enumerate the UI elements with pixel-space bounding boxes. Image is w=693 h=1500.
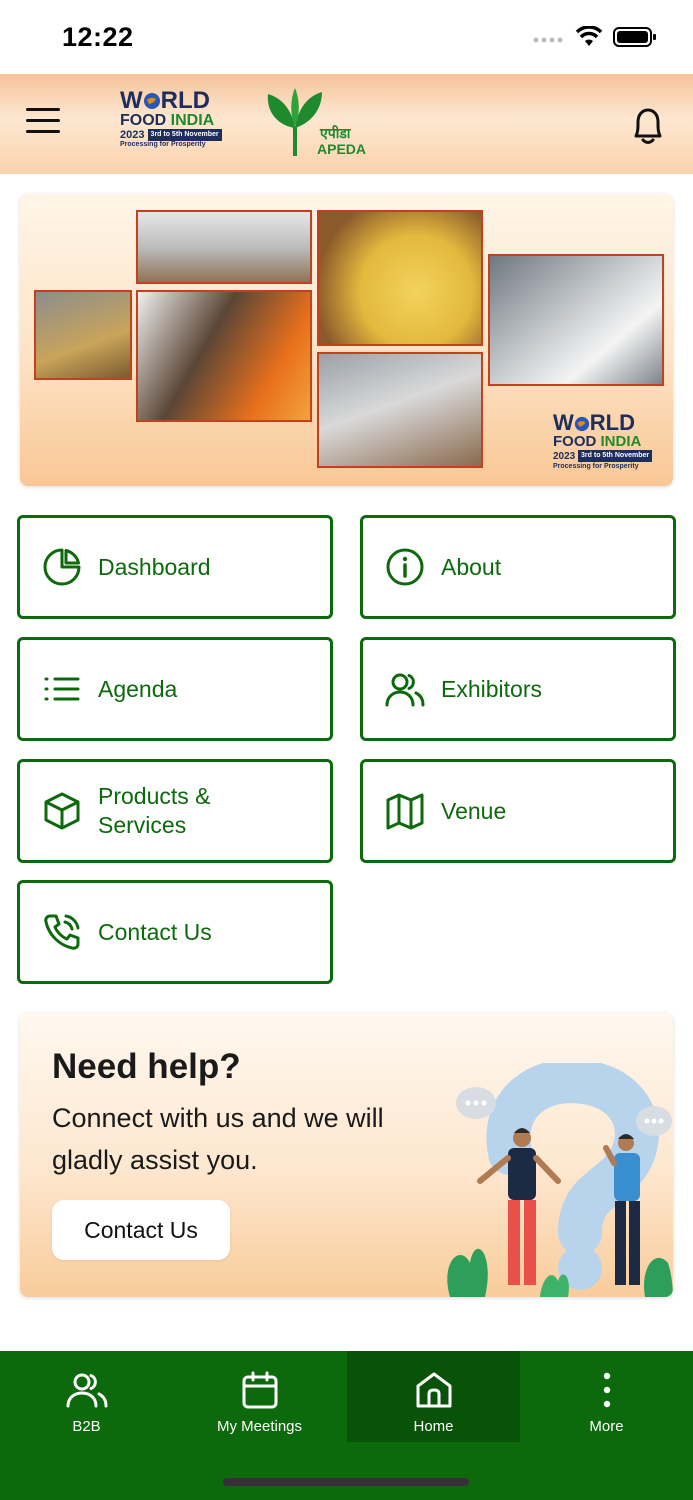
nav-b2b-label: B2B [72, 1418, 101, 1435]
home-icon [413, 1369, 455, 1411]
users-icon [66, 1369, 108, 1411]
nav-home[interactable]: Home [347, 1351, 520, 1442]
battery-icon [613, 26, 657, 53]
about-tile[interactable]: About [360, 515, 676, 619]
help-text: Connect with us and we will gladly assis… [52, 1103, 384, 1175]
globe-icon [143, 87, 161, 114]
photo-factory-workers [136, 210, 312, 284]
dashboard-label: Dashboard [98, 553, 211, 580]
agenda-tile[interactable]: Agenda [17, 637, 333, 741]
app-header: W RLD FOOD INDIA 2023 3rd to 5th November… [0, 74, 693, 174]
world-food-india-logo: W RLD FOOD INDIA 2023 3rd to 5th November… [120, 89, 228, 161]
help-contact-us-button[interactable]: Contact Us [52, 1200, 230, 1260]
photo-lab-worker [488, 254, 664, 386]
help-title: Need help? [52, 1047, 241, 1086]
calendar-icon [239, 1369, 281, 1411]
contact-us-label: Contact Us [98, 918, 212, 945]
bell-icon [634, 108, 662, 144]
nav-b2b[interactable]: B2B [0, 1351, 173, 1442]
exhibitors-tile[interactable]: Exhibitors [360, 637, 676, 741]
banner-world-food-india-logo: W RLD FOOD INDIA 2023 3rd to 5th November… [553, 412, 665, 470]
products-services-label: Products & Services [98, 783, 211, 838]
pie-chart-icon [42, 547, 82, 587]
status-time: 12:22 [62, 22, 134, 52]
nav-home-label: Home [413, 1418, 454, 1435]
phone-call-icon [42, 912, 82, 952]
globe-icon [574, 410, 590, 435]
nav-my-meetings-label: My Meetings [216, 1418, 303, 1435]
photo-worker-tablet [317, 352, 483, 468]
help-illustration [440, 1059, 673, 1297]
nav-more-label: More [589, 1418, 624, 1435]
signal-icon [533, 31, 565, 49]
photo-production-line [34, 290, 132, 380]
venue-tile[interactable]: Venue [360, 759, 676, 863]
info-icon [385, 547, 425, 587]
more-vertical-icon [586, 1369, 628, 1411]
agenda-label: Agenda [98, 675, 178, 702]
venue-label: Venue [441, 797, 507, 824]
box-icon [42, 791, 82, 831]
map-icon [385, 791, 425, 831]
photo-worker-bottle [136, 290, 312, 422]
status-icons [533, 25, 657, 53]
photo-millet-grains [317, 210, 483, 346]
wifi-icon [575, 25, 603, 53]
products-services-tile[interactable]: Products & Services [17, 759, 333, 863]
nav-my-meetings[interactable]: My Meetings [173, 1351, 346, 1442]
hamburger-icon [26, 108, 60, 111]
menu-button[interactable] [26, 108, 64, 138]
contact-us-tile[interactable]: Contact Us [17, 880, 333, 984]
notification-button[interactable] [628, 104, 668, 148]
list-icon [42, 669, 82, 709]
dashboard-tile[interactable]: Dashboard [17, 515, 333, 619]
exhibitors-label: Exhibitors [441, 675, 542, 702]
nav-more[interactable]: More [520, 1351, 693, 1442]
status-bar: 12:22 [0, 0, 693, 74]
about-label: About [441, 553, 502, 580]
event-banner: W RLD FOOD INDIA 2023 3rd to 5th November… [20, 194, 673, 486]
need-help-card: Need help? Connect with us and we will g… [20, 1013, 673, 1297]
apeda-logo: एपीडा APEDA [262, 86, 372, 166]
users-icon [385, 669, 425, 709]
home-indicator [223, 1478, 469, 1486]
